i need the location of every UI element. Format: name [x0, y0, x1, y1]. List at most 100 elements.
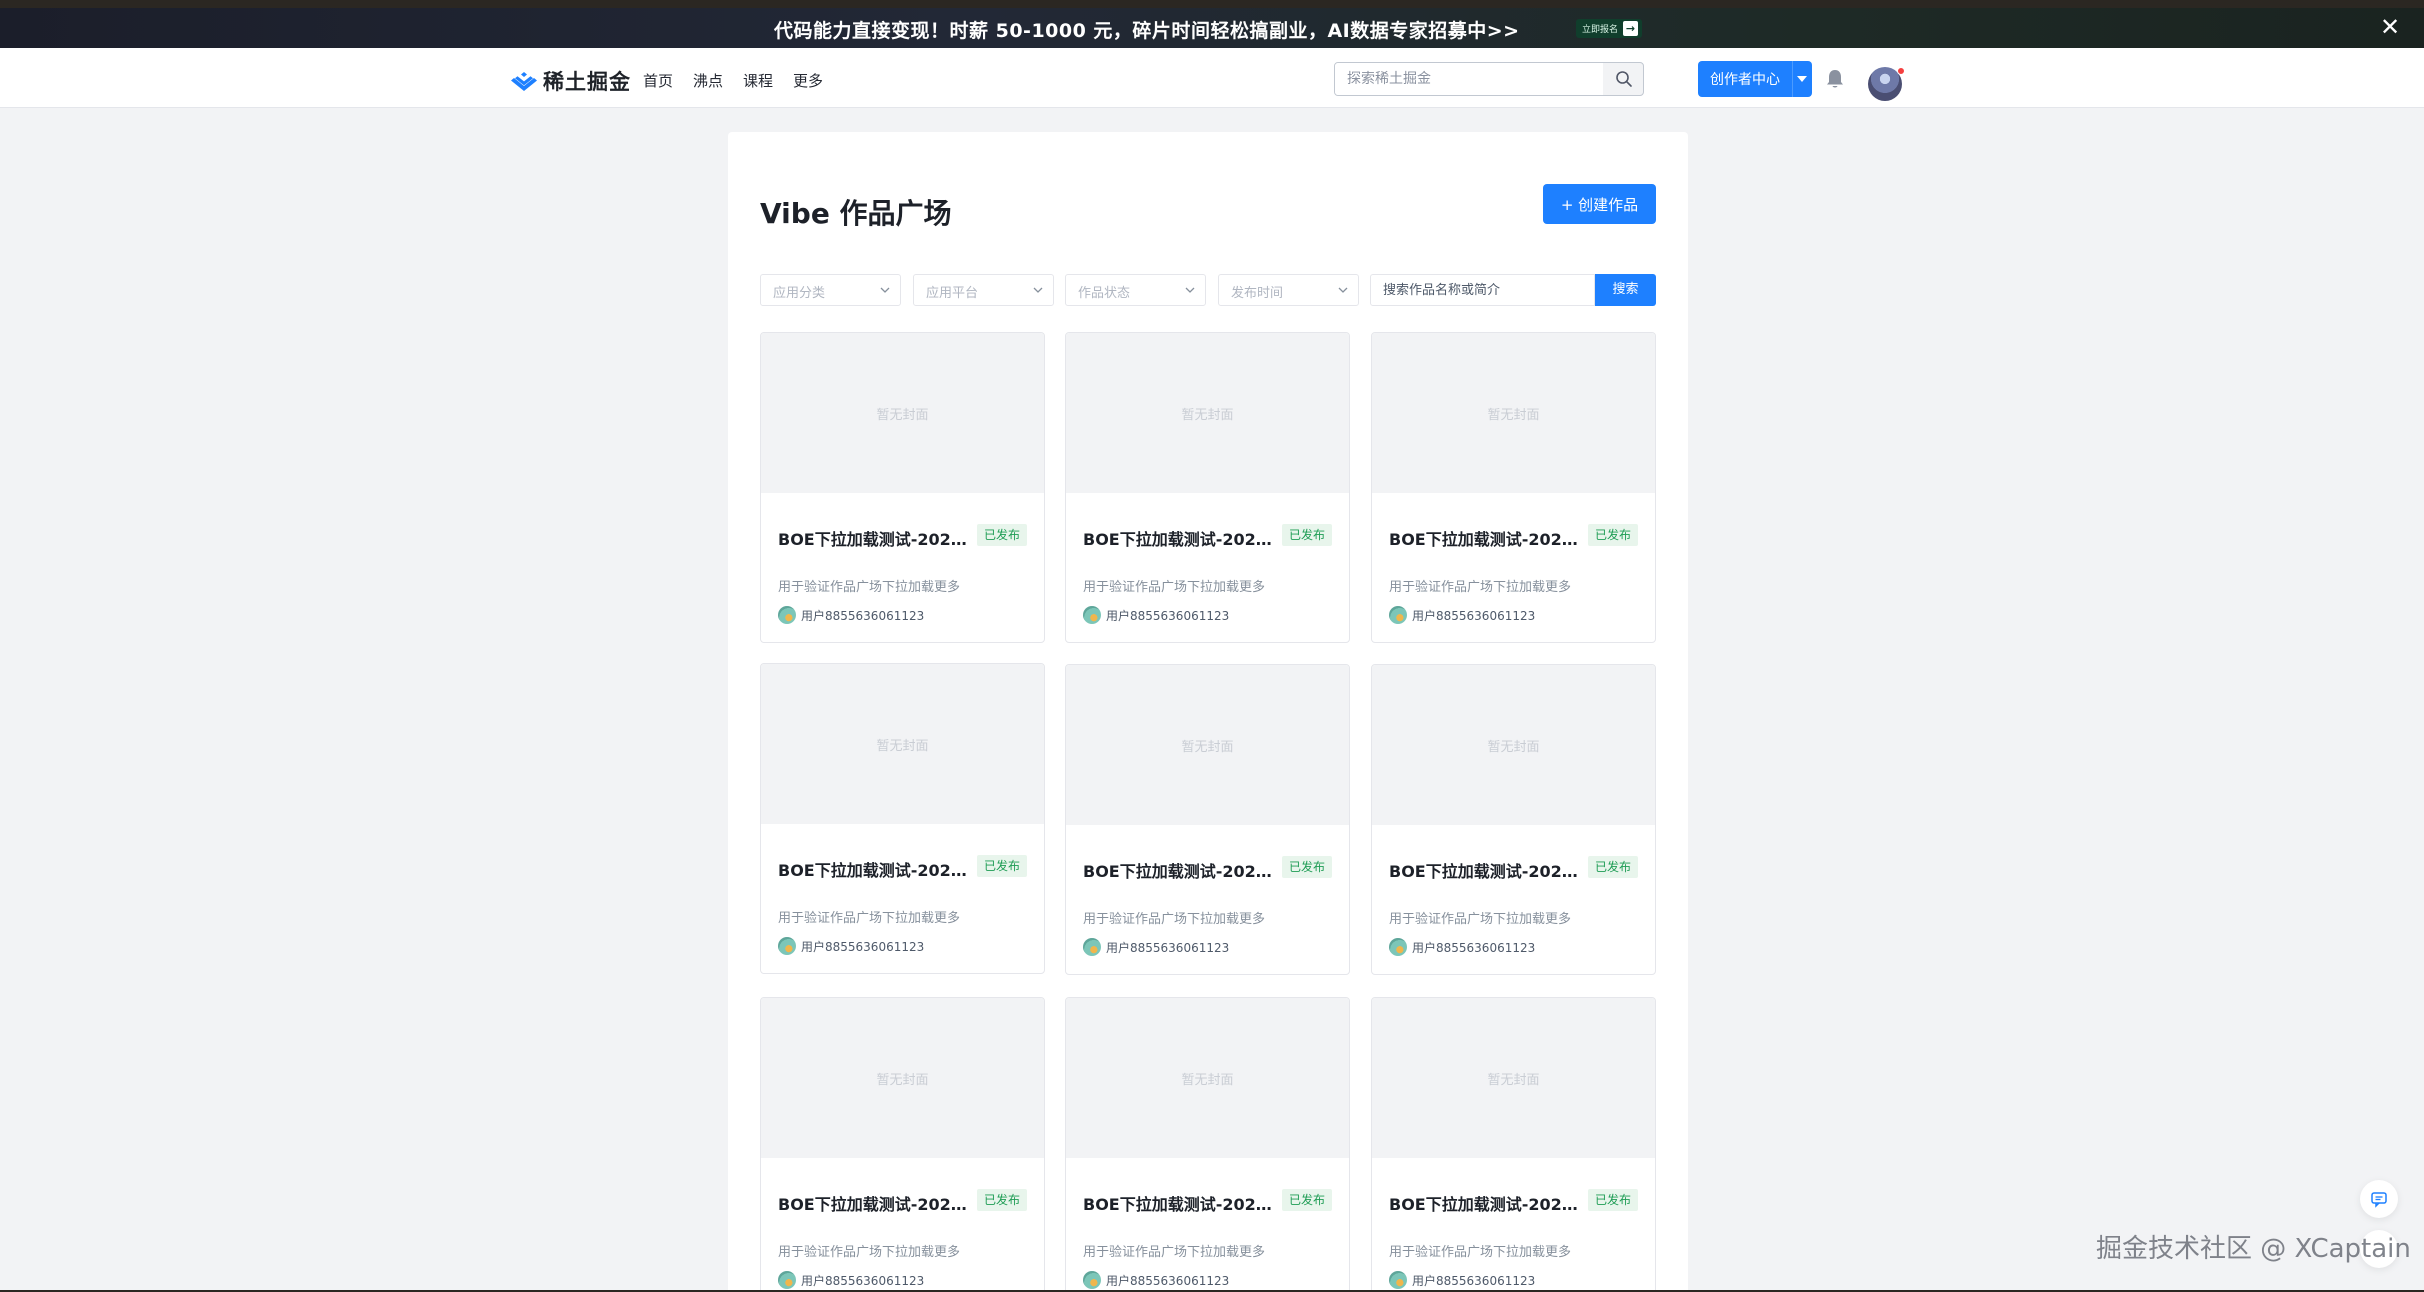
card-title[interactable]: BOE下拉加载测试-2026...: [1083, 526, 1273, 550]
creator-center-button[interactable]: 创作者中心: [1698, 61, 1812, 97]
card-description: 用于验证作品广场下拉加载更多: [1083, 912, 1266, 927]
card-title[interactable]: BOE下拉加载测试-2026...: [1389, 1191, 1579, 1215]
banner-signup-label: 立即报名: [1582, 25, 1619, 35]
filter-app-platform[interactable]: 应用平台: [913, 274, 1054, 306]
chat-icon: [2371, 1192, 2387, 1208]
author-avatar: [1389, 938, 1407, 956]
card-cover: 暂无封面: [761, 333, 1044, 493]
arrow-right-icon: →: [1623, 21, 1639, 36]
card-cover: 暂无封面: [761, 998, 1044, 1158]
work-card[interactable]: 暂无封面 BOE下拉加载测试-2026... 已发布 用于验证作品广场下拉加载更…: [1371, 332, 1656, 643]
card-title[interactable]: BOE下拉加载测试-2026...: [1083, 1191, 1273, 1215]
card-title[interactable]: BOE下拉加载测试-2026...: [778, 526, 968, 550]
header-search: [1334, 62, 1644, 96]
card-description: 用于验证作品广场下拉加载更多: [778, 580, 961, 595]
card-title[interactable]: BOE下拉加载测试-2026...: [1389, 526, 1579, 550]
card-cover: 暂无封面: [1372, 998, 1655, 1158]
bell-icon[interactable]: [1824, 68, 1846, 90]
status-badge: 已发布: [977, 855, 1028, 877]
work-card[interactable]: 暂无封面 BOE下拉加载测试-2026... 已发布 用于验证作品广场下拉加载更…: [1371, 664, 1656, 975]
card-title[interactable]: BOE下拉加载测试-2026...: [778, 857, 968, 881]
card-author[interactable]: 用户8855636061123: [1083, 1271, 1229, 1289]
author-avatar: [1083, 606, 1101, 624]
main-nav: 首页 沸点 课程 更多: [643, 70, 823, 91]
card-author[interactable]: 用户8855636061123: [1389, 938, 1535, 956]
close-icon[interactable]: ✕: [2380, 14, 2400, 40]
card-author[interactable]: 用户8855636061123: [1083, 938, 1229, 956]
card-title[interactable]: BOE下拉加载测试-2026...: [1389, 858, 1579, 882]
card-description: 用于验证作品广场下拉加载更多: [1389, 580, 1572, 595]
work-card[interactable]: 暂无封面 BOE下拉加载测试-2026... 已发布 用于验证作品广场下拉加载更…: [760, 663, 1045, 974]
notification-dot: [1897, 67, 1905, 75]
works-search-input[interactable]: [1371, 275, 1594, 305]
filter-publish-time[interactable]: 发布时间: [1218, 274, 1359, 306]
cover-placeholder-text: 暂无封面: [1487, 407, 1540, 423]
author-avatar: [778, 1271, 796, 1289]
promo-banner[interactable]: 代码能力直接变现！时薪 50-1000 元，碎片时间轻松搞副业，AI数据专家招募…: [0, 8, 2424, 48]
works-search-button[interactable]: 搜索: [1595, 274, 1656, 306]
filter-label: 作品状态: [1078, 286, 1131, 301]
filter-work-status[interactable]: 作品状态: [1065, 274, 1206, 306]
nav-item-more[interactable]: 更多: [793, 70, 823, 91]
card-cover: 暂无封面: [761, 664, 1044, 824]
status-badge: 已发布: [1588, 524, 1639, 546]
cover-placeholder-text: 暂无封面: [876, 738, 929, 754]
author-name: 用户8855636061123: [801, 608, 925, 623]
card-description: 用于验证作品广场下拉加载更多: [1083, 580, 1266, 595]
feedback-button[interactable]: [2360, 1180, 2398, 1218]
card-cover: 暂无封面: [1372, 333, 1655, 493]
work-card[interactable]: 暂无封面 BOE下拉加载测试-2026... 已发布 用于验证作品广场下拉加载更…: [1371, 997, 1656, 1290]
creator-center-label: 创作者中心: [1710, 72, 1780, 88]
status-badge: 已发布: [977, 524, 1028, 546]
card-author[interactable]: 用户8855636061123: [1083, 606, 1229, 624]
card-author[interactable]: 用户8855636061123: [1389, 606, 1535, 624]
author-name: 用户8855636061123: [1106, 608, 1230, 623]
nav-item-home[interactable]: 首页: [643, 70, 673, 91]
logo-text: 稀土掘金: [543, 70, 631, 94]
author-name: 用户8855636061123: [1106, 940, 1230, 955]
card-description: 用于验证作品广场下拉加载更多: [1389, 1245, 1572, 1260]
page-title: Vibe 作品广场: [760, 197, 952, 230]
search-icon[interactable]: [1615, 70, 1633, 88]
work-card[interactable]: 暂无封面 BOE下拉加载测试-2026... 已发布 用于验证作品广场下拉加载更…: [760, 332, 1045, 643]
card-author[interactable]: 用户8855636061123: [778, 937, 924, 955]
card-author[interactable]: 用户8855636061123: [1389, 1271, 1535, 1289]
card-author[interactable]: 用户8855636061123: [778, 1271, 924, 1289]
banner-text[interactable]: 代码能力直接变现！时薪 50-1000 元，碎片时间轻松搞副业，AI数据专家招募…: [774, 16, 1520, 43]
filter-app-category[interactable]: 应用分类: [760, 274, 901, 306]
cover-placeholder-text: 暂无封面: [876, 1072, 929, 1088]
works-plaza-panel: Vibe 作品广场 + 创建作品 应用分类 应用平台 作品状态 发布时间 搜索 …: [728, 132, 1688, 1290]
juejin-logo-icon: [511, 72, 537, 91]
header-search-input[interactable]: [1335, 63, 1603, 95]
work-card[interactable]: 暂无封面 BOE下拉加载测试-2026... 已发布 用于验证作品广场下拉加载更…: [1065, 997, 1350, 1290]
work-card[interactable]: 暂无封面 BOE下拉加载测试-2026... 已发布 用于验证作品广场下拉加载更…: [1065, 664, 1350, 975]
cover-placeholder-text: 暂无封面: [876, 407, 929, 423]
author-avatar: [778, 937, 796, 955]
chevron-down-icon: [1033, 287, 1043, 293]
author-avatar: [1389, 606, 1407, 624]
card-author[interactable]: 用户8855636061123: [778, 606, 924, 624]
card-cover: 暂无封面: [1066, 333, 1349, 493]
cover-placeholder-text: 暂无封面: [1181, 1072, 1234, 1088]
author-name: 用户8855636061123: [801, 1273, 925, 1288]
nav-item-pins[interactable]: 沸点: [693, 70, 723, 91]
create-work-button[interactable]: + 创建作品: [1543, 184, 1656, 224]
status-badge: 已发布: [977, 1189, 1028, 1211]
caret-down-icon[interactable]: [1797, 76, 1807, 82]
cover-placeholder-text: 暂无封面: [1181, 739, 1234, 755]
work-card[interactable]: 暂无封面 BOE下拉加载测试-2026... 已发布 用于验证作品广场下拉加载更…: [760, 997, 1045, 1290]
card-description: 用于验证作品广场下拉加载更多: [778, 911, 961, 926]
chevron-down-icon: [1185, 287, 1195, 293]
site-logo[interactable]: 稀土掘金: [511, 66, 631, 96]
work-card[interactable]: 暂无封面 BOE下拉加载测试-2026... 已发布 用于验证作品广场下拉加载更…: [1065, 332, 1350, 643]
banner-signup-button[interactable]: 立即报名 →: [1576, 19, 1642, 38]
watermark-text: 掘金技术社区 @ XCaptain: [2096, 1234, 2411, 1264]
card-title[interactable]: BOE下拉加载测试-2026...: [1083, 858, 1273, 882]
card-cover: 暂无封面: [1372, 665, 1655, 825]
works-search: [1370, 274, 1595, 306]
status-badge: 已发布: [1588, 856, 1639, 878]
card-title[interactable]: BOE下拉加载测试-2026...: [778, 1191, 968, 1215]
nav-item-courses[interactable]: 课程: [743, 70, 773, 91]
cover-placeholder-text: 暂无封面: [1181, 407, 1234, 423]
card-description: 用于验证作品广场下拉加载更多: [1083, 1245, 1266, 1260]
